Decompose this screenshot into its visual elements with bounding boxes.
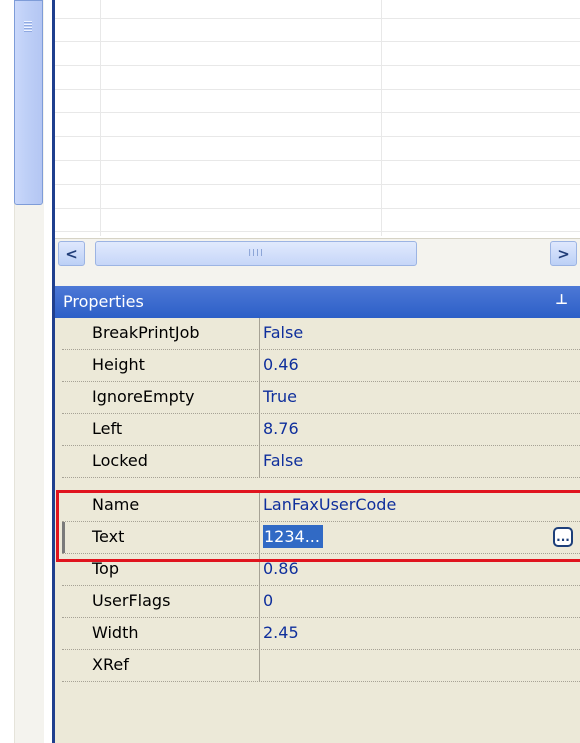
grid-line <box>55 41 580 42</box>
property-value[interactable]: 0.86 <box>260 554 580 585</box>
grid-line <box>55 89 580 90</box>
grip-icon: IIII <box>248 248 264 259</box>
property-row[interactable]: Left 8.76 <box>62 414 580 446</box>
property-value[interactable] <box>260 650 580 681</box>
panel-gap <box>55 268 580 286</box>
property-value[interactable]: 2.45 <box>260 618 580 649</box>
grip-icon <box>24 21 32 32</box>
properties-header: Properties ⊥ <box>55 286 580 318</box>
ellipsis-editor-button[interactable]: ... <box>553 527 573 547</box>
horizontal-scrollbar[interactable]: < IIII > <box>55 238 580 269</box>
property-value[interactable]: False <box>260 318 580 349</box>
pin-icon[interactable]: ⊥ <box>555 292 568 308</box>
grid-line <box>55 160 580 161</box>
property-value[interactable]: False <box>260 446 580 477</box>
property-name: Left <box>92 419 123 438</box>
property-name: Height <box>92 355 145 374</box>
property-row[interactable]: Height 0.46 <box>62 350 580 382</box>
property-value[interactable]: True <box>260 382 580 413</box>
selected-value-text[interactable]: 1234... <box>263 525 323 548</box>
property-row[interactable]: IgnoreEmpty True <box>62 382 580 414</box>
property-row[interactable]: UserFlags 0 <box>62 586 580 618</box>
grid-line <box>55 112 580 113</box>
grid-line <box>100 0 101 236</box>
grid-line <box>381 0 382 236</box>
report-grid[interactable] <box>55 0 580 236</box>
property-row[interactable]: Top 0.86 <box>62 554 580 586</box>
property-name: UserFlags <box>92 591 171 610</box>
property-name: Locked <box>92 451 148 470</box>
property-value[interactable]: 0 <box>260 586 580 617</box>
horizontal-scrollbar-thumb[interactable]: IIII <box>95 241 417 266</box>
property-name: Top <box>92 559 119 578</box>
properties-grid: BreakPrintJob False Height 0.46 IgnoreEm… <box>55 318 580 743</box>
property-value[interactable]: 0.46 <box>260 350 580 381</box>
property-row-name[interactable]: Name LanFaxUserCode <box>62 490 580 522</box>
property-row[interactable]: Width 2.45 <box>62 618 580 650</box>
property-value[interactable]: 8.76 <box>260 414 580 445</box>
grid-line <box>55 184 580 185</box>
more-icon: ... <box>556 530 570 544</box>
grid-line <box>55 136 580 137</box>
grid-line <box>55 18 580 19</box>
property-name: IgnoreEmpty <box>92 387 195 406</box>
properties-title: Properties <box>63 292 144 311</box>
grid-line <box>55 231 580 232</box>
property-value-editor[interactable]: 1234... <box>260 522 580 553</box>
chevron-left-icon: < <box>65 244 78 263</box>
grid-line <box>55 208 580 209</box>
property-name: Width <box>92 623 139 642</box>
property-row[interactable]: Locked False <box>62 446 580 478</box>
property-row-text-selected[interactable]: Text 1234... ... <box>62 522 580 554</box>
property-row[interactable]: XRef <box>62 650 580 682</box>
property-value[interactable]: LanFaxUserCode <box>260 490 580 521</box>
property-name: XRef <box>92 655 129 674</box>
property-name: Text <box>62 522 259 553</box>
property-name: Name <box>92 495 140 514</box>
property-row[interactable]: BreakPrintJob False <box>62 318 580 350</box>
chevron-right-icon: > <box>557 244 570 263</box>
scroll-left-button[interactable]: < <box>58 241 85 266</box>
property-name: BreakPrintJob <box>92 323 200 342</box>
scroll-right-button[interactable]: > <box>550 241 577 266</box>
grid-line <box>55 65 580 66</box>
